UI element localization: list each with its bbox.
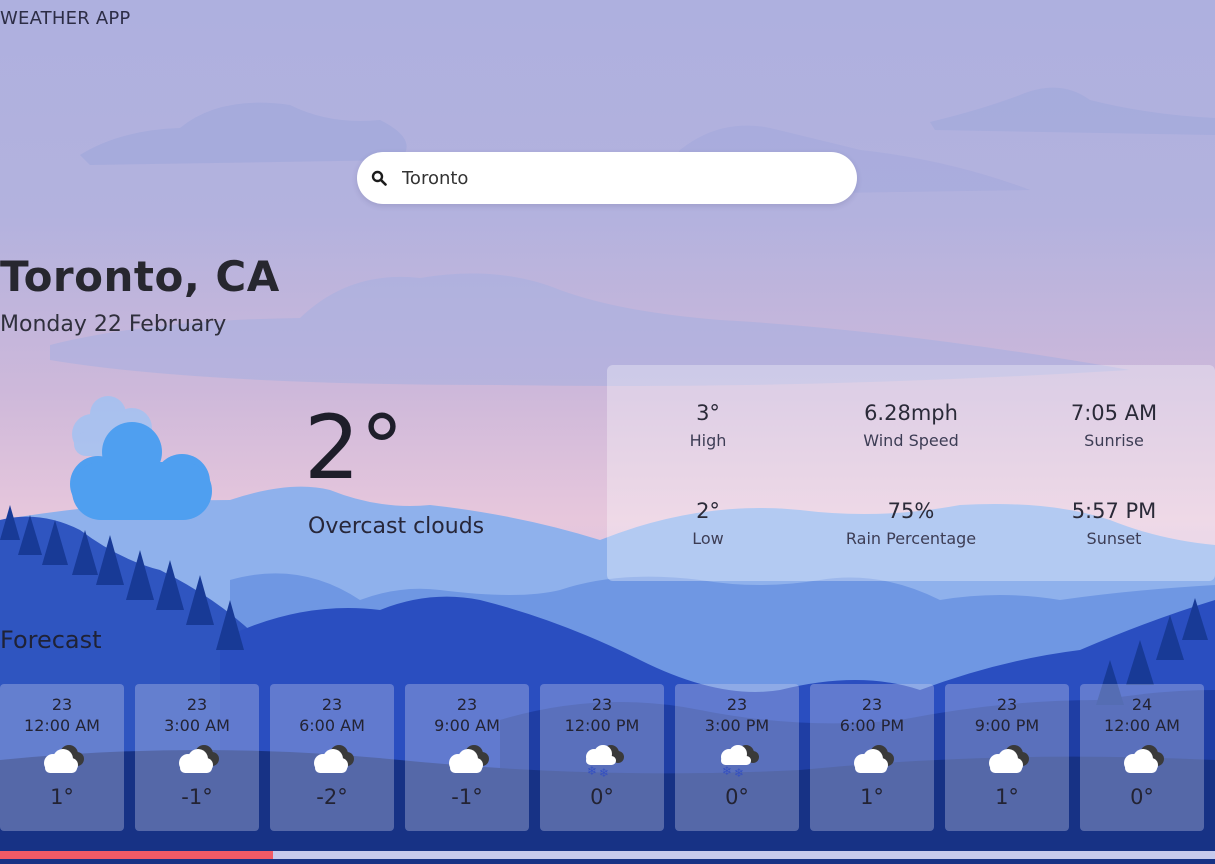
forecast-time: 6:00 AM bbox=[299, 716, 365, 735]
forecast-card: 23 6:00 PM 1° bbox=[810, 684, 934, 831]
forecast-day: 23 bbox=[591, 695, 613, 714]
stat-label: Wind Speed bbox=[863, 431, 959, 450]
stat-label: Sunset bbox=[1086, 529, 1142, 548]
stat-label: Low bbox=[692, 529, 724, 548]
stat-value: 2° bbox=[696, 499, 720, 523]
forecast-temperature: 0° bbox=[725, 785, 749, 809]
forecast-temperature: 0° bbox=[1130, 785, 1154, 809]
cloud-moon-icon bbox=[442, 741, 492, 777]
forecast-time: 9:00 PM bbox=[974, 716, 1040, 735]
stat-value: 7:05 AM bbox=[1070, 401, 1158, 425]
snow-cloud-icon: ❄ ❄ bbox=[712, 741, 762, 780]
forecast-temperature: 1° bbox=[860, 785, 884, 809]
stat-value: 5:57 PM bbox=[1071, 499, 1157, 523]
forecast-temperature: 1° bbox=[995, 785, 1019, 809]
forecast-card: 23 12:00 PM ❄ ❄ 0° bbox=[540, 684, 664, 831]
search-input[interactable] bbox=[402, 167, 822, 189]
cloud-moon-icon bbox=[847, 741, 897, 777]
forecast-day: 23 bbox=[186, 695, 208, 714]
forecast-day: 23 bbox=[861, 695, 883, 714]
forecast-card: 23 12:00 AM 1° bbox=[0, 684, 124, 831]
cloud-icon bbox=[70, 396, 212, 520]
forecast-day: 23 bbox=[726, 695, 748, 714]
forecast-temperature: -2° bbox=[316, 785, 348, 809]
forecast-temperature: 1° bbox=[50, 785, 74, 809]
forecast-day: 23 bbox=[321, 695, 343, 714]
search-bar[interactable] bbox=[357, 152, 857, 204]
stat-wind-speed: 6.28mph Wind Speed bbox=[810, 401, 1012, 450]
stat-label: High bbox=[689, 431, 727, 450]
cloud-moon-icon bbox=[172, 741, 222, 777]
forecast-card: 23 6:00 AM -2° bbox=[270, 684, 394, 831]
forecast-time: 3:00 AM bbox=[164, 716, 230, 735]
cloud-moon-icon bbox=[982, 741, 1032, 777]
stat-label: Rain Percentage bbox=[845, 529, 977, 548]
forecast-day: 23 bbox=[456, 695, 478, 714]
stat-value: 75% bbox=[887, 499, 935, 523]
cloud-moon-icon bbox=[307, 741, 357, 777]
forecast-card: 24 12:00 AM 0° bbox=[1080, 684, 1204, 831]
stat-low: 2° Low bbox=[607, 499, 809, 548]
forecast-temperature: 0° bbox=[590, 785, 614, 809]
cloud-moon-icon bbox=[37, 741, 87, 777]
forecast-day: 23 bbox=[996, 695, 1018, 714]
forecast-day: 23 bbox=[51, 695, 73, 714]
forecast-card: 23 3:00 AM -1° bbox=[135, 684, 259, 831]
stat-sunset: 5:57 PM Sunset bbox=[1013, 499, 1215, 548]
forecast-time: 12:00 PM bbox=[564, 716, 640, 735]
stat-high: 3° High bbox=[607, 401, 809, 450]
forecast-heading: Forecast bbox=[0, 626, 102, 654]
current-temperature: 2° bbox=[304, 396, 404, 499]
search-icon[interactable] bbox=[369, 168, 389, 188]
forecast-time: 3:00 PM bbox=[704, 716, 770, 735]
stat-value: 3° bbox=[696, 401, 720, 425]
forecast-card: 23 3:00 PM ❄ ❄ 0° bbox=[675, 684, 799, 831]
weather-condition: Overcast clouds bbox=[308, 514, 485, 539]
snow-cloud-icon: ❄ ❄ bbox=[577, 741, 627, 780]
stat-rain-percentage: 75% Rain Percentage bbox=[810, 499, 1012, 548]
horizontal-scrollbar[interactable] bbox=[0, 851, 1215, 859]
svg-text:❄: ❄ bbox=[599, 766, 609, 777]
forecast-card: 23 9:00 PM 1° bbox=[945, 684, 1069, 831]
stat-label: Sunrise bbox=[1084, 431, 1144, 450]
forecast-day: 24 bbox=[1131, 695, 1153, 714]
scrollbar-thumb[interactable] bbox=[0, 851, 274, 859]
stat-value: 6.28mph bbox=[864, 401, 958, 425]
svg-text:❄: ❄ bbox=[587, 764, 597, 777]
forecast-temperature: -1° bbox=[181, 785, 213, 809]
app-title: WEATHER APP bbox=[0, 8, 131, 29]
forecast-time: 12:00 AM bbox=[24, 716, 100, 735]
svg-text:❄: ❄ bbox=[722, 764, 732, 777]
forecast-card: 23 9:00 AM -1° bbox=[405, 684, 529, 831]
weather-stats-panel: 3° High 6.28mph Wind Speed 7:05 AM Sunri… bbox=[607, 365, 1215, 581]
current-date: Monday 22 February bbox=[0, 312, 227, 337]
forecast-time: 9:00 AM bbox=[434, 716, 500, 735]
city-name: Toronto, CA bbox=[0, 252, 280, 301]
forecast-time: 6:00 PM bbox=[839, 716, 905, 735]
svg-text:❄: ❄ bbox=[734, 766, 744, 777]
stat-sunrise: 7:05 AM Sunrise bbox=[1013, 401, 1215, 450]
cloud-moon-icon bbox=[1117, 741, 1167, 777]
forecast-temperature: -1° bbox=[451, 785, 483, 809]
forecast-time: 12:00 AM bbox=[1104, 716, 1180, 735]
